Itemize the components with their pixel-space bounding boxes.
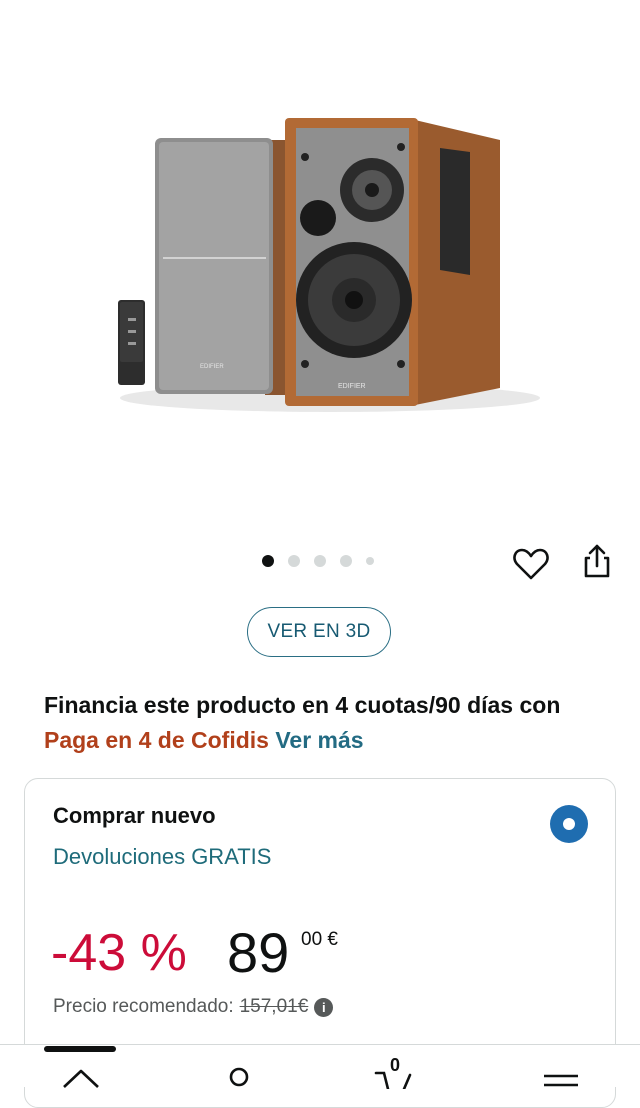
info-icon[interactable]: i: [314, 997, 334, 1017]
svg-text:EDIFIER: EDIFIER: [200, 364, 224, 370]
cart-count-badge: 0: [390, 1055, 401, 1075]
heart-icon[interactable]: [512, 546, 550, 582]
product-image[interactable]: EDIFIER EDIFIER: [0, 0, 640, 530]
price-fraction: 00 €: [301, 929, 338, 950]
carousel-dot-4[interactable]: [340, 555, 352, 567]
cart-icon[interactable]: 0: [372, 1055, 422, 1089]
remote-control-image: [118, 300, 145, 385]
home-icon[interactable]: [56, 1059, 106, 1089]
view-3d-button[interactable]: VER EN 3D: [247, 607, 391, 657]
right-speaker-image: EDIFIER: [285, 118, 500, 406]
account-icon[interactable]: [214, 1059, 264, 1089]
recommended-price-value: 157,01€: [239, 996, 309, 1017]
carousel-dot-2[interactable]: [288, 555, 300, 567]
carousel-dot-5[interactable]: [366, 557, 374, 565]
recommended-price: Precio recomendado: 157,01€ i: [53, 996, 334, 1018]
financing-info: Financia este producto en 4 cuotas/90 dí…: [44, 688, 604, 758]
buy-option-title: Comprar nuevo: [53, 803, 216, 828]
financing-provider-link[interactable]: Paga en 4 de Cofidis: [44, 727, 269, 753]
carousel-dot-1[interactable]: [262, 555, 274, 567]
carousel-dot-3[interactable]: [314, 555, 326, 567]
recommended-price-label: Precio recomendado:: [53, 996, 234, 1017]
free-returns-link[interactable]: Devoluciones GRATIS: [53, 844, 271, 870]
scroll-indicator: [44, 1046, 116, 1052]
menu-icon[interactable]: [536, 1059, 586, 1089]
brand-mark: EDIFIER: [338, 383, 366, 390]
image-carousel-dots[interactable]: [262, 555, 374, 567]
financing-more-link[interactable]: Ver más: [275, 727, 363, 753]
buy-option-radio[interactable]: [550, 805, 588, 843]
share-icon[interactable]: [578, 542, 616, 582]
price-whole: 89: [227, 921, 290, 984]
left-speaker-image: EDIFIER: [155, 138, 285, 395]
financing-text: Financia este producto en 4 cuotas/90 dí…: [44, 692, 561, 718]
discount-percentage: -43 %: [51, 924, 187, 982]
